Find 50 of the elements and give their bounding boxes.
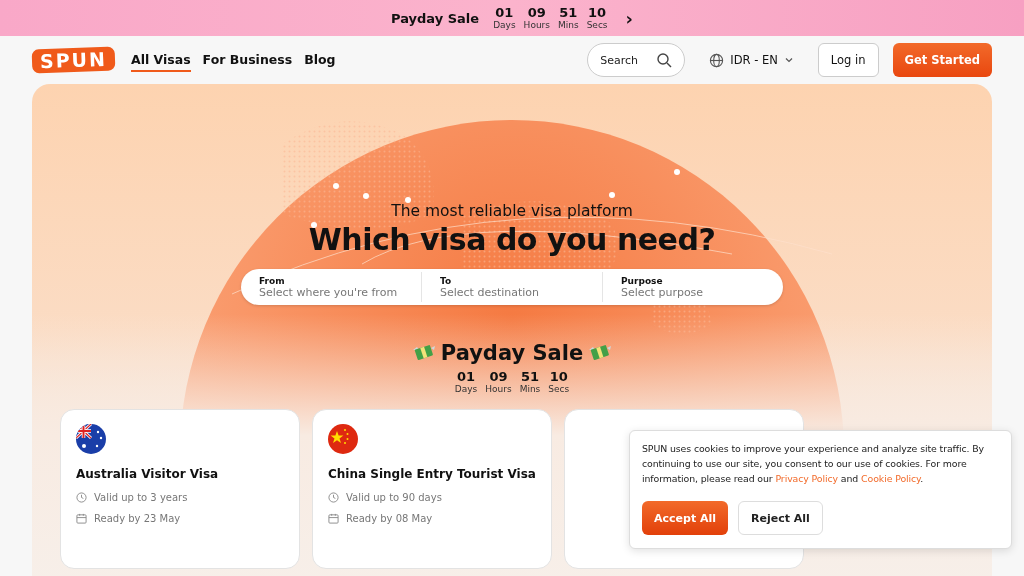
countdown-value: 09: [489, 369, 508, 384]
flag-icon: [76, 424, 106, 454]
accept-all-button[interactable]: Accept All: [642, 501, 729, 535]
countdown-unit: Hours: [485, 384, 512, 395]
countdown-unit: Mins: [519, 384, 541, 395]
validity-text: Valid up to 3 years: [94, 492, 188, 503]
visa-card[interactable]: Australia Visitor Visa Valid up to 3 years Ready by 23 May: [60, 409, 300, 569]
chevron-down-icon[interactable]: [783, 55, 794, 65]
cookie-notice-text: SPUN uses cookies to improve your experience and analyze site traffic. By continuing to use our site, you consent to our use of cookies. For more information, please read our Privacy Policy and Cookie Policy.: [642, 442, 986, 486]
visa-card[interactable]: China Single Entry Tourist Visa Valid up to 90 days Ready by 08 May: [312, 409, 552, 569]
sale-title: Payday Sale: [440, 341, 584, 365]
select-field[interactable]: To Select destination: [421, 272, 602, 302]
countdown-value: 51: [520, 369, 539, 384]
search-icon: [656, 52, 673, 68]
hero-title: Which visa do you need?: [308, 222, 716, 257]
hero-subtitle: The most reliable visa platform: [391, 202, 633, 220]
calendar-icon: [328, 513, 339, 524]
countdown-value: 09: [527, 5, 546, 20]
nav-link[interactable]: Blog: [304, 48, 336, 72]
countdown-value: 01: [495, 5, 514, 20]
countdown-unit: Secs: [548, 384, 570, 395]
countdown-unit: Hours: [523, 20, 550, 31]
countdown-unit: Secs: [586, 20, 608, 31]
sale-title: Payday Sale: [391, 10, 480, 26]
countdown-value: 10: [588, 5, 607, 20]
chevron-icon[interactable]: ›: [625, 7, 633, 29]
calendar-icon: [76, 513, 87, 524]
countdown-unit: Days: [454, 384, 478, 395]
ready-date-text: Ready by 23 May: [94, 513, 181, 524]
nav-link[interactable]: All Visas: [130, 48, 191, 72]
locale-selector[interactable]: IDR - EN: [730, 53, 778, 67]
countdown-value: 10: [549, 369, 568, 384]
reject-all-button[interactable]: Reject All: [738, 501, 823, 535]
visa-title: China Single Entry Tourist Visa: [328, 466, 536, 482]
globe-icon: [709, 52, 725, 68]
flag-icon: [328, 424, 358, 454]
search-field[interactable]: Search: [587, 43, 686, 77]
countdown-value: 51: [559, 5, 578, 20]
validity-text: Valid up to 90 days: [346, 492, 442, 503]
countdown-value: 01: [457, 369, 476, 384]
select-field[interactable]: From Select where you're from: [241, 272, 421, 302]
nav-link[interactable]: For Business: [202, 48, 293, 72]
login-button[interactable]: Log in: [817, 43, 879, 77]
select-field[interactable]: Purpose Select purpose: [602, 272, 783, 302]
countdown-unit: Mins: [558, 20, 579, 31]
clock-icon: [328, 492, 339, 503]
visa-title: Australia Visitor Visa: [76, 466, 220, 482]
ready-date-text: Ready by 08 May: [346, 513, 433, 524]
clock-icon: [76, 492, 87, 503]
countdown-unit: Days: [493, 20, 516, 31]
